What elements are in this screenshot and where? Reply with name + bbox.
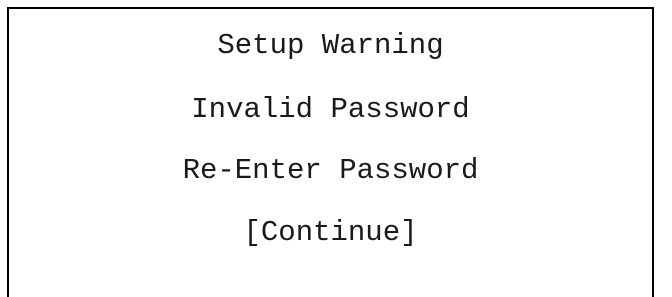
instruction-text: Re-Enter Password <box>182 154 479 187</box>
setup-warning-dialog: Setup Warning Invalid Password Re-Enter … <box>7 7 654 297</box>
continue-button[interactable]: [Continue] <box>9 216 652 250</box>
error-message: Invalid Password <box>191 93 470 126</box>
dialog-title: Setup Warning <box>217 29 444 62</box>
